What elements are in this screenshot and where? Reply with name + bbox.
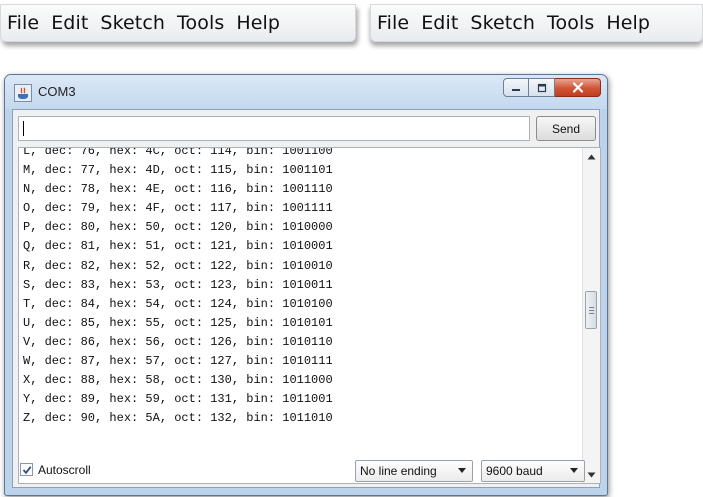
window-client-area: Send L, dec: 76, hex: 4C, oct: 114, bin:… <box>12 109 601 488</box>
output-line: M, dec: 77, hex: 4D, oct: 115, bin: 1001… <box>23 163 333 178</box>
output-line: X, dec: 88, hex: 58, oct: 130, bin: 1011… <box>23 373 333 388</box>
window-controls <box>503 78 601 97</box>
chevron-down-icon <box>570 468 578 473</box>
serial-monitor-window: COM3 Send L, dec: 76, hex: 4C, oct: 114,… <box>4 74 608 496</box>
menu-tools[interactable]: Tools <box>547 12 594 34</box>
output-line: P, dec: 80, hex: 50, oct: 120, bin: 1010… <box>23 220 333 235</box>
output-line: Q, dec: 81, hex: 51, oct: 121, bin: 1010… <box>23 239 333 254</box>
grip-line <box>588 312 594 314</box>
grip-line <box>588 309 594 311</box>
output-line: N, dec: 78, hex: 4E, oct: 116, bin: 1001… <box>23 182 333 197</box>
line-ending-value: No line ending <box>360 464 437 478</box>
line-ending-select[interactable]: No line ending <box>355 460 473 482</box>
menu-help[interactable]: Help <box>606 12 650 34</box>
output-lines: L, dec: 76, hex: 4C, oct: 114, bin: 1001… <box>23 147 333 428</box>
output-line: T, dec: 84, hex: 54, oct: 124, bin: 1010… <box>23 296 333 311</box>
scroll-up-button[interactable] <box>583 148 600 165</box>
serial-send-input[interactable] <box>18 116 530 141</box>
maximize-button[interactable] <box>529 78 555 97</box>
minimize-button[interactable] <box>503 78 529 97</box>
close-icon <box>572 82 583 93</box>
output-line: R, dec: 82, hex: 52, oct: 122, bin: 1010… <box>23 258 333 273</box>
menu-help[interactable]: Help <box>236 12 280 34</box>
vertical-scrollbar[interactable] <box>582 148 600 483</box>
chevron-down-icon <box>458 468 466 473</box>
menu-edit[interactable]: Edit <box>51 12 88 34</box>
grip-line <box>588 306 594 308</box>
menu-sketch[interactable]: Sketch <box>100 12 165 34</box>
checkmark-icon <box>22 465 31 474</box>
output-line: V, dec: 86, hex: 56, oct: 126, bin: 1010… <box>23 334 333 349</box>
send-button[interactable]: Send <box>536 116 596 141</box>
close-button[interactable] <box>555 78 601 97</box>
bottom-toolbar: Autoscroll No line ending 9600 baud <box>13 455 599 487</box>
scrollbar-thumb[interactable] <box>585 291 597 329</box>
screenshot-stage: File Edit Sketch Tools Help File Edit Sk… <box>0 0 703 497</box>
maximize-icon <box>537 83 546 92</box>
autoscroll-checkbox[interactable] <box>20 463 33 476</box>
output-line: O, dec: 79, hex: 4F, oct: 117, bin: 1001… <box>23 201 333 216</box>
menu-bar-right: File Edit Sketch Tools Help <box>370 4 703 42</box>
menu-sketch[interactable]: Sketch <box>470 12 535 34</box>
java-app-icon <box>14 84 32 102</box>
window-title: COM3 <box>38 84 76 99</box>
output-line: Z, dec: 90, hex: 5A, oct: 132, bin: 1011… <box>23 411 333 426</box>
menu-edit[interactable]: Edit <box>421 12 458 34</box>
menu-file[interactable]: File <box>7 12 39 34</box>
baud-rate-select[interactable]: 9600 baud <box>481 460 585 482</box>
autoscroll-label[interactable]: Autoscroll <box>38 463 91 477</box>
output-line: L, dec: 76, hex: 4C, oct: 114, bin: 1001… <box>23 147 333 158</box>
output-line: W, dec: 87, hex: 57, oct: 127, bin: 1010… <box>23 354 333 369</box>
title-bar[interactable]: COM3 <box>5 75 607 109</box>
text-caret <box>23 121 24 136</box>
menu-file[interactable]: File <box>377 12 409 34</box>
output-line: U, dec: 85, hex: 55, oct: 125, bin: 1010… <box>23 315 333 330</box>
baud-rate-value: 9600 baud <box>486 464 543 478</box>
serial-output-area[interactable]: L, dec: 76, hex: 4C, oct: 114, bin: 1001… <box>18 147 601 484</box>
output-line: S, dec: 83, hex: 53, oct: 123, bin: 1010… <box>23 277 333 292</box>
minimize-icon <box>512 88 520 91</box>
menu-tools[interactable]: Tools <box>177 12 224 34</box>
output-line: Y, dec: 89, hex: 59, oct: 131, bin: 1011… <box>23 392 333 407</box>
triangle-up-icon <box>587 154 596 159</box>
menu-bar-left: File Edit Sketch Tools Help <box>0 4 356 42</box>
